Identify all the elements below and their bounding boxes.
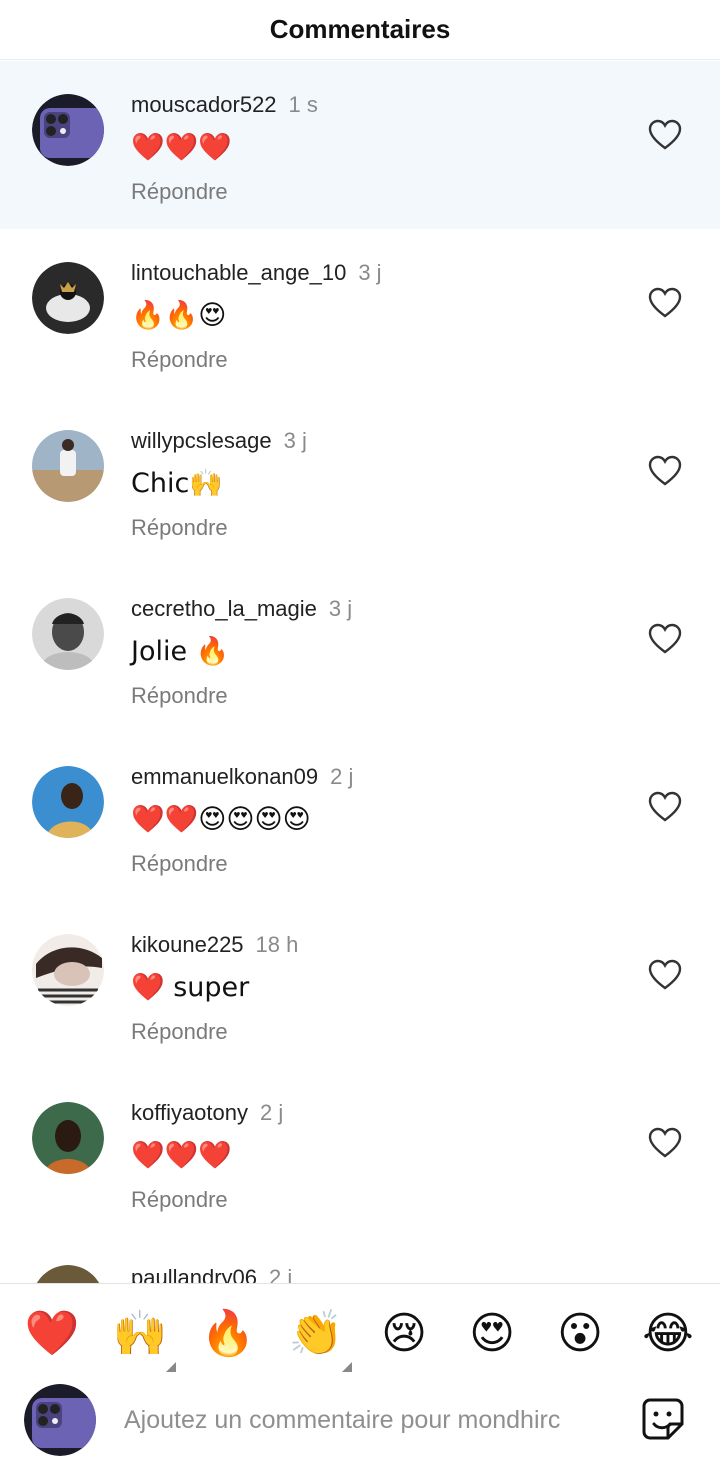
reply-button[interactable]: Répondre: [131, 1187, 228, 1213]
reaction-fire[interactable]: 🔥: [198, 1304, 258, 1364]
avatar[interactable]: [32, 94, 104, 166]
comment-meta: cecretho_la_magie 3 j: [131, 596, 352, 622]
heart-outline-icon[interactable]: [648, 959, 682, 991]
username[interactable]: koffiyaotony: [131, 1100, 248, 1125]
reaction-laughing[interactable]: 😂: [638, 1304, 698, 1364]
composer-area: ❤️ 🙌 🔥 👏 😢 😍 😮 😂: [0, 1283, 720, 1478]
heart-outline-icon[interactable]: [648, 1127, 682, 1159]
username[interactable]: cecretho_la_magie: [131, 596, 317, 621]
reply-button[interactable]: Répondre: [131, 515, 228, 541]
reaction-clap-glyph: 👏: [288, 1308, 344, 1359]
comment-item: mouscador522 1 s ❤️❤️❤️ Répondre: [0, 61, 720, 229]
avatar[interactable]: [32, 934, 104, 1006]
username[interactable]: lintouchable_ange_10: [131, 260, 346, 285]
username[interactable]: paullandry06: [131, 1265, 257, 1283]
reaction-clap[interactable]: 👏: [286, 1304, 352, 1372]
reaction-raised-hands[interactable]: 🙌: [110, 1304, 176, 1372]
timestamp: 3 j: [283, 428, 307, 453]
heart-outline-icon[interactable]: [648, 455, 682, 487]
page-title: Commentaires: [269, 14, 451, 44]
avatar[interactable]: [32, 766, 104, 838]
comment-item: cecretho_la_magie 3 j Jolie 🔥 Répondre: [0, 565, 720, 733]
comment-item: willypcslesage 3 j Chic🙌 Répondre: [0, 397, 720, 565]
comment-item: koffiyaotony 2 j ❤️❤️❤️ Répondre: [0, 1069, 720, 1237]
heart-outline-icon[interactable]: [648, 791, 682, 823]
heart-outline-icon[interactable]: [648, 119, 682, 151]
timestamp: 18 h: [255, 932, 299, 957]
timestamp: 3 j: [358, 260, 382, 285]
comment-item: lintouchable_ange_10 3 j 🔥🔥😍 Répondre: [0, 229, 720, 397]
username[interactable]: emmanuelkonan09: [131, 764, 318, 789]
comment-meta: emmanuelkonan09 2 j: [131, 764, 353, 790]
comments-header: Commentaires: [0, 0, 720, 60]
comment-meta: mouscador522 1 s: [131, 92, 318, 118]
timestamp: 2 j: [260, 1100, 284, 1125]
comment-text: ❤️❤️😍😍😍😍: [131, 804, 311, 835]
comment-meta: koffiyaotony 2 j: [131, 1100, 283, 1126]
reaction-raised-hands-glyph: 🙌: [112, 1308, 168, 1359]
timestamp: 2 j: [330, 764, 354, 789]
avatar[interactable]: [32, 598, 104, 670]
comment-text: 🔥🔥😍: [131, 300, 227, 331]
comments-list[interactable]: mouscador522 1 s ❤️❤️❤️ Répondre lintouch…: [0, 61, 720, 1283]
comment-meta: willypcslesage 3 j: [131, 428, 307, 454]
reply-button[interactable]: Répondre: [131, 683, 228, 709]
comment-item: paullandry06 2 j: [0, 1237, 720, 1283]
reaction-surprised[interactable]: 😮: [550, 1304, 610, 1364]
reply-button[interactable]: Répondre: [131, 347, 228, 373]
timestamp: 3 j: [328, 596, 353, 621]
skin-tone-indicator-icon: [342, 1362, 352, 1372]
reaction-heart[interactable]: ❤️: [22, 1304, 82, 1364]
username[interactable]: mouscador522: [131, 92, 277, 117]
comment-text: ❤️❤️❤️: [131, 132, 232, 163]
reply-button[interactable]: Répondre: [131, 179, 228, 205]
reaction-heart-eyes[interactable]: 😍: [462, 1304, 522, 1364]
comment-meta: lintouchable_ange_10 3 j: [131, 260, 382, 286]
reaction-crying[interactable]: 😢: [374, 1304, 434, 1364]
quick-reactions-bar: ❤️ 🙌 🔥 👏 😢 😍 😮 😂: [0, 1304, 720, 1374]
heart-outline-icon[interactable]: [648, 623, 682, 655]
sticker-icon[interactable]: [640, 1396, 686, 1442]
heart-outline-icon[interactable]: [648, 287, 682, 319]
timestamp: 2 j: [268, 1265, 293, 1283]
avatar[interactable]: [32, 262, 104, 334]
reply-button[interactable]: Répondre: [131, 851, 228, 877]
username[interactable]: willypcslesage: [131, 428, 272, 453]
comment-text: Chic🙌: [131, 468, 223, 499]
avatar[interactable]: [32, 430, 104, 502]
comment-meta: kikoune225 18 h: [131, 932, 298, 958]
comment-text: Jolie 🔥: [131, 636, 230, 667]
comment-text: ❤️❤️❤️: [131, 1140, 232, 1171]
comment-meta: paullandry06 2 j: [131, 1265, 292, 1283]
comment-text: ❤️ super: [131, 972, 250, 1003]
reply-button[interactable]: Répondre: [131, 1019, 228, 1045]
comment-item: kikoune225 18 h ❤️ super Répondre: [0, 901, 720, 1069]
timestamp: 1 s: [288, 92, 318, 117]
comment-item: emmanuelkonan09 2 j ❤️❤️😍😍😍😍 Répondre: [0, 733, 720, 901]
current-user-avatar: [24, 1384, 96, 1456]
comment-input[interactable]: [124, 1400, 614, 1440]
username[interactable]: kikoune225: [131, 932, 244, 957]
skin-tone-indicator-icon: [166, 1362, 176, 1372]
avatar[interactable]: [32, 1102, 104, 1174]
avatar[interactable]: [32, 1265, 104, 1283]
